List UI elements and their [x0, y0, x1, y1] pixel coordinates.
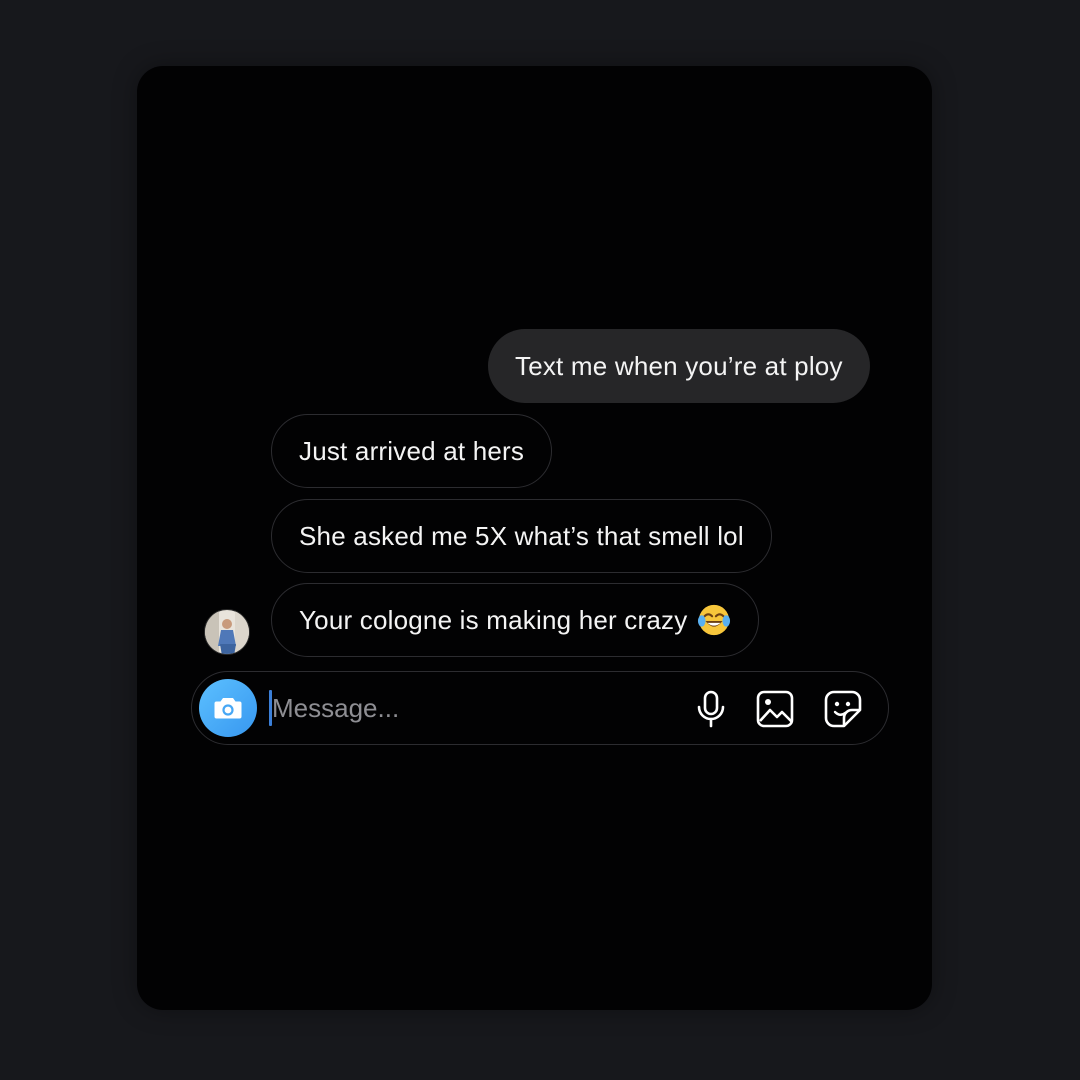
- gallery-button[interactable]: [755, 689, 795, 729]
- camera-icon: [214, 698, 242, 719]
- outgoing-message[interactable]: Text me when you’re at ploy: [488, 329, 870, 403]
- face-with-tears-of-joy-icon: [698, 604, 731, 636]
- incoming-message[interactable]: She asked me 5X what’s that smell lol: [271, 499, 772, 573]
- message-text: Text me when you’re at ploy: [515, 350, 843, 381]
- message-text: She asked me 5X what’s that smell lol: [299, 520, 744, 551]
- gallery-icon: [756, 690, 794, 728]
- message-input[interactable]: [272, 686, 672, 730]
- message-text: Your cologne is making her crazy: [299, 604, 688, 635]
- avatar-image: [205, 610, 249, 654]
- sticker-button[interactable]: [823, 689, 863, 729]
- contact-avatar[interactable]: [204, 609, 250, 655]
- sticker-icon: [824, 690, 862, 728]
- incoming-message[interactable]: Just arrived at hers: [271, 414, 553, 488]
- microphone-button[interactable]: [691, 689, 731, 729]
- microphone-icon: [697, 690, 725, 728]
- incoming-message[interactable]: Your cologne is making her crazy: [271, 583, 760, 657]
- message-composer: [191, 671, 889, 745]
- message-text: Just arrived at hers: [299, 435, 525, 466]
- camera-button[interactable]: [199, 679, 257, 737]
